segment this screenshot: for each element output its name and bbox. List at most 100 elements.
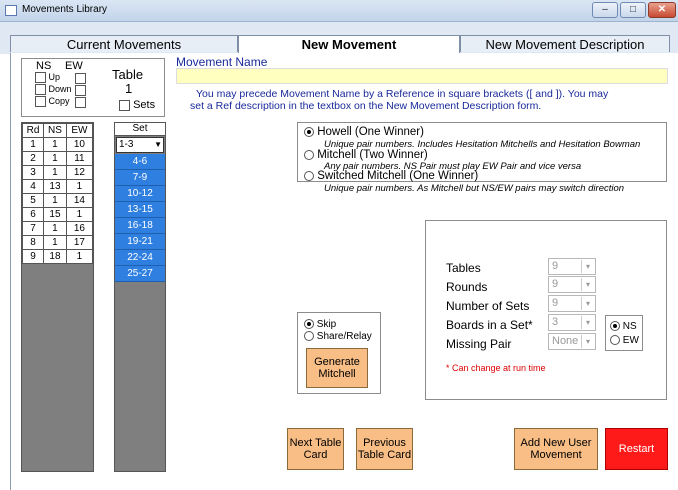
rounds-dropdown[interactable]: 9 ▾ xyxy=(548,276,596,293)
missing-pair-value: None xyxy=(552,335,579,347)
generate-mitchell-button[interactable]: Generate Mitchell xyxy=(306,348,368,388)
ns-label: NS xyxy=(36,60,52,72)
round-cell: 6 xyxy=(21,207,45,222)
ns-cell[interactable]: 1 xyxy=(43,235,67,250)
chevron-down-icon[interactable]: ▾ xyxy=(581,335,594,348)
copy-ew-checkbox[interactable] xyxy=(75,96,86,108)
sets-checkbox[interactable] xyxy=(119,99,130,111)
maximize-button[interactable]: □ xyxy=(620,2,646,18)
ns-cell[interactable]: 18 xyxy=(43,249,67,264)
table-row[interactable]: 2 1 11 xyxy=(21,151,94,166)
down-ew-checkbox[interactable] xyxy=(75,84,86,96)
down-ns-checkbox[interactable] xyxy=(35,84,46,96)
ns-cell[interactable]: 15 xyxy=(43,207,67,222)
down-option[interactable]: Down xyxy=(35,84,72,96)
set-list-item[interactable]: 19-21 xyxy=(115,234,165,250)
table-row[interactable]: 5 1 14 xyxy=(21,193,94,208)
set-list-item[interactable]: 16-18 xyxy=(115,218,165,234)
ns-cell[interactable]: 1 xyxy=(43,221,67,236)
round-cell: 2 xyxy=(21,151,45,166)
ns-cell[interactable]: 13 xyxy=(43,179,67,194)
add-new-user-movement-button[interactable]: Add New User Movement xyxy=(514,428,598,470)
ew-cell[interactable]: 17 xyxy=(65,235,94,250)
tab-new-movement[interactable]: New Movement xyxy=(238,35,460,54)
ew-cell[interactable]: 10 xyxy=(65,137,94,152)
ew-radio[interactable] xyxy=(610,335,620,346)
missing-pair-label: Missing Pair xyxy=(446,337,512,351)
ns-cell[interactable]: 1 xyxy=(43,165,67,180)
tab-current-movements[interactable]: Current Movements xyxy=(10,35,238,52)
skip-option[interactable]: Skip xyxy=(304,319,336,330)
sets-label: Sets xyxy=(133,99,156,111)
number-of-sets-dropdown[interactable]: 9 ▾ xyxy=(548,295,596,312)
set-list-item[interactable]: 7-9 xyxy=(115,170,165,186)
up-option[interactable]: Up xyxy=(35,72,61,84)
ew-option[interactable]: EW xyxy=(610,335,639,346)
table-row[interactable]: 8 1 17 xyxy=(21,235,94,250)
tables-value: 9 xyxy=(552,260,559,272)
sets-option[interactable]: Sets xyxy=(119,99,155,111)
ew-cell[interactable]: 14 xyxy=(65,193,94,208)
direction-group: NS EW xyxy=(605,315,643,351)
minimize-button[interactable]: – xyxy=(592,2,618,18)
previous-table-card-button[interactable]: Previous Table Card xyxy=(356,428,413,470)
missing-pair-dropdown[interactable]: None ▾ xyxy=(548,333,596,350)
ns-cell[interactable]: 1 xyxy=(43,151,67,166)
howell-option[interactable]: Howell (One Winner) xyxy=(304,126,424,138)
next-table-card-button[interactable]: Next Table Card xyxy=(287,428,344,470)
round-cell: 9 xyxy=(21,249,45,264)
chevron-down-icon[interactable]: ▼ xyxy=(154,138,162,152)
ew-cell[interactable]: 1 xyxy=(65,207,94,222)
set-list-item[interactable]: 22-24 xyxy=(115,250,165,266)
share-relay-option[interactable]: Share/Relay xyxy=(304,331,372,342)
switched-mitchell-radio[interactable] xyxy=(304,170,314,181)
ew-cell[interactable]: 1 xyxy=(65,179,94,194)
table-row[interactable]: 7 1 16 xyxy=(21,221,94,236)
chevron-down-icon[interactable]: ▾ xyxy=(581,297,594,310)
ew-cell[interactable]: 16 xyxy=(65,221,94,236)
switched-mitchell-option[interactable]: Switched Mitchell (One Winner) xyxy=(304,170,478,182)
howell-radio[interactable] xyxy=(304,126,314,137)
up-ns-checkbox[interactable] xyxy=(35,72,46,84)
rounds-value: 9 xyxy=(552,278,559,290)
table-row[interactable]: 1 1 10 xyxy=(21,137,94,152)
table-row[interactable]: 6 15 1 xyxy=(21,207,94,222)
movement-name-input[interactable] xyxy=(176,68,668,84)
chevron-down-icon[interactable]: ▾ xyxy=(581,278,594,291)
set-list-item[interactable]: 10-12 xyxy=(115,186,165,202)
round-cell: 1 xyxy=(21,137,45,152)
table-row[interactable]: 3 1 12 xyxy=(21,165,94,180)
table-row[interactable]: 9 18 1 xyxy=(21,249,94,264)
ew-cell[interactable]: 12 xyxy=(65,165,94,180)
mitchell-radio[interactable] xyxy=(304,149,314,160)
tables-label: Tables xyxy=(446,261,481,275)
howell-label: Howell (One Winner) xyxy=(317,126,424,138)
copy-ns-checkbox[interactable] xyxy=(35,96,46,108)
mitchell-option[interactable]: Mitchell (Two Winner) xyxy=(304,149,428,161)
chevron-down-icon[interactable]: ▾ xyxy=(581,260,594,273)
grid-header-rd: Rd xyxy=(21,123,45,138)
tab-new-movement-description[interactable]: New Movement Description xyxy=(460,35,670,52)
tables-dropdown[interactable]: 9 ▾ xyxy=(548,258,596,275)
restart-button[interactable]: Restart xyxy=(605,428,668,470)
ns-option[interactable]: NS xyxy=(610,321,637,332)
ew-cell[interactable]: 11 xyxy=(65,151,94,166)
set-list-item[interactable]: 13-15 xyxy=(115,202,165,218)
set-list-item[interactable]: 25-27 xyxy=(115,266,165,282)
ns-cell[interactable]: 1 xyxy=(43,137,67,152)
boards-dropdown[interactable]: 3 ▾ xyxy=(548,314,596,331)
chevron-down-icon[interactable]: ▾ xyxy=(581,316,594,329)
ew-cell[interactable]: 1 xyxy=(65,249,94,264)
ns-radio[interactable] xyxy=(610,321,620,332)
copy-option[interactable]: Copy xyxy=(35,96,70,108)
up-label: Up xyxy=(48,72,61,82)
skip-radio[interactable] xyxy=(304,319,314,330)
set-dropdown[interactable]: 1-3 ▼ xyxy=(116,137,164,153)
close-button[interactable]: ✕ xyxy=(648,2,676,18)
up-ew-checkbox[interactable] xyxy=(75,72,86,84)
table-row[interactable]: 4 13 1 xyxy=(21,179,94,194)
set-list-item[interactable]: 4-6 xyxy=(115,154,165,170)
ns-cell[interactable]: 1 xyxy=(43,193,67,208)
skip-panel: Skip Share/Relay Generate Mitchell xyxy=(297,312,381,394)
share-relay-radio[interactable] xyxy=(304,331,314,342)
